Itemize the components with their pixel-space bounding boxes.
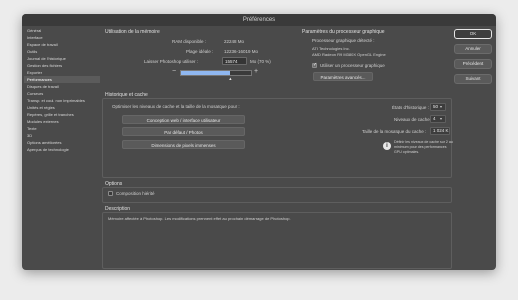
- sidebar-item[interactable]: Unités et règles: [24, 104, 100, 111]
- previous-button[interactable]: Précédent: [454, 59, 492, 69]
- sidebar-item[interactable]: Espace de travail: [24, 41, 100, 48]
- cache-levels-label: Niveaux de cache :: [394, 117, 433, 122]
- cache-tile-dropdown[interactable]: 1 024 K: [430, 127, 450, 135]
- history-group: [102, 98, 452, 178]
- main-panel: Utilisation de la mémoire RAM disponible…: [102, 27, 453, 269]
- description-text: Mémoire affectée à Photoshop. Les modifi…: [108, 216, 291, 221]
- use-gpu-label: Utiliser un processeur graphique: [320, 63, 385, 68]
- memory-suffix: Mo (70 %): [250, 59, 271, 64]
- next-button[interactable]: Suivant: [454, 74, 492, 84]
- sidebar-item[interactable]: 3D: [24, 132, 100, 139]
- sidebar-item[interactable]: Outils: [24, 48, 100, 55]
- cache-info-line1: Définir les niveaux de cache sur 2 au: [394, 140, 453, 144]
- gpu-vendor: ATI Technologies Inc.: [312, 46, 350, 51]
- cancel-button[interactable]: Annuler: [454, 44, 492, 54]
- use-gpu-checkbox[interactable]: [312, 62, 317, 68]
- composition-label: Composition hiérité: [116, 191, 155, 196]
- sidebar-item[interactable]: Modules externes: [24, 118, 100, 125]
- window-title: Préférences: [22, 14, 496, 26]
- sidebar-item[interactable]: Gestion des fichiers: [24, 62, 100, 69]
- ideal-value: 12236-16019 Mo: [224, 49, 259, 54]
- sidebar-item[interactable]: Texte: [24, 125, 100, 132]
- ram-label: RAM disponible :: [172, 39, 207, 44]
- sidebar-item[interactable]: Général: [24, 27, 100, 34]
- sidebar-item[interactable]: Aperçus de technologie: [24, 146, 100, 153]
- ram-value: 22248 Mo: [224, 39, 245, 44]
- sidebar-nav: Général Interface Espace de travail Outils J…: [24, 27, 100, 267]
- sidebar-item[interactable]: Journal de l'historique: [24, 55, 100, 62]
- sidebar-item[interactable]: Options améliorées: [24, 139, 100, 146]
- sidebar-item[interactable]: Performances: [24, 76, 100, 83]
- cache-info-line2: minimum pour des performances: [394, 145, 447, 149]
- gpu-advanced-button[interactable]: Paramètres avancés...: [313, 72, 373, 81]
- chevron-down-icon: ▾: [440, 116, 443, 121]
- chevron-down-icon: ▾: [440, 104, 443, 109]
- slider-thumb-icon[interactable]: ▲: [228, 76, 232, 81]
- history-states-dropdown[interactable]: 50: [430, 103, 446, 111]
- web-ui-preset-button[interactable]: Conception web / interface utilisateur: [122, 115, 245, 124]
- cache-tile-label: Taille de la mosaïque du cache :: [362, 129, 427, 134]
- ideal-label: Plage idéale :: [186, 49, 214, 54]
- info-icon: i: [383, 142, 391, 150]
- optimize-label: Optimiser les niveaux de cache et la tai…: [112, 104, 240, 109]
- decrease-memory-button[interactable]: −: [172, 68, 176, 75]
- sidebar-item[interactable]: Exporter: [24, 69, 100, 76]
- memory-title: Utilisation de la mémoire: [105, 29, 160, 35]
- memory-input[interactable]: 15574: [222, 57, 247, 65]
- ok-button[interactable]: OK: [454, 29, 492, 39]
- sidebar-item[interactable]: Interface: [24, 34, 100, 41]
- composition-checkbox[interactable]: [108, 191, 113, 196]
- sidebar-item[interactable]: Repères, grille et tranches: [24, 111, 100, 118]
- cache-info-line3: GPU optimales.: [394, 150, 420, 154]
- history-states-label: États d'historique :: [392, 105, 429, 110]
- huge-pixel-preset-button[interactable]: Dimensions de pixels immenses: [122, 140, 245, 149]
- preferences-window: Préférences Général Interface Espace de tr…: [22, 14, 496, 270]
- let-use-label: Laisser Photoshop utiliser :: [144, 59, 199, 64]
- sidebar-item[interactable]: Transp. et coul. non imprimables: [24, 97, 100, 104]
- cache-levels-dropdown[interactable]: 4: [430, 115, 446, 123]
- gpu-detected-label: Processeur graphique détecté :: [312, 38, 375, 43]
- increase-memory-button[interactable]: +: [254, 68, 258, 75]
- gpu-title: Paramètres du processeur graphique: [302, 29, 385, 35]
- default-photos-preset-button[interactable]: Par défaut / Photos: [122, 127, 245, 136]
- sidebar-item[interactable]: Curseurs: [24, 90, 100, 97]
- memory-slider-fill: [181, 71, 230, 75]
- memory-slider[interactable]: [180, 70, 252, 76]
- gpu-model: AMD Radeon R9 M380X OpenGL Engine: [312, 52, 386, 57]
- sidebar-item[interactable]: Disques de travail: [24, 83, 100, 90]
